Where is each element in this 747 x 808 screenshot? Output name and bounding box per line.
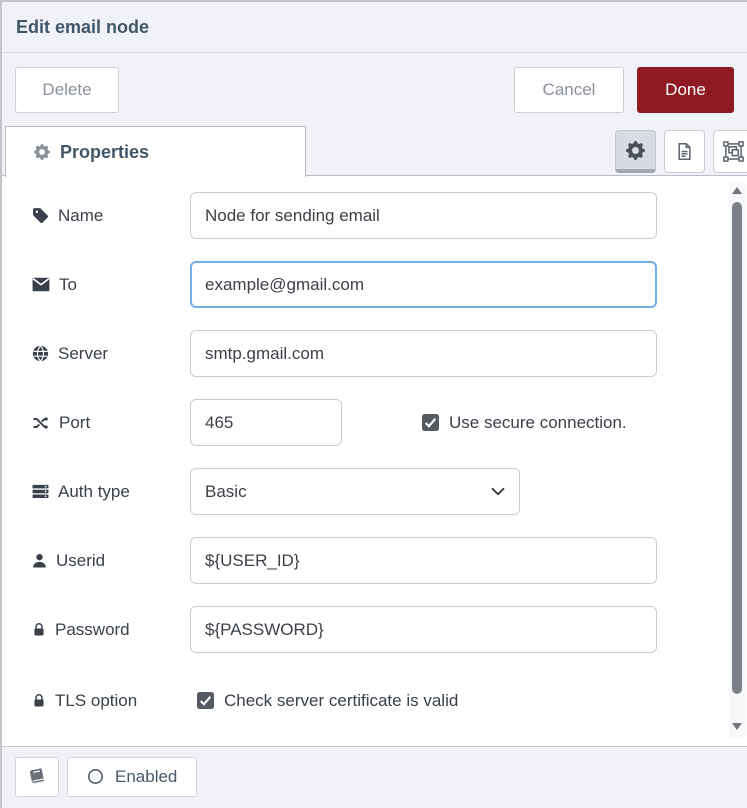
properties-tab-button[interactable] [615,130,656,173]
tls-certificate-label: Check server certificate is valid [224,691,458,711]
properties-form: Name To Server [2,176,747,746]
tab-properties[interactable]: Properties [5,126,306,177]
password-label: Password [32,620,190,640]
scrollbar-thumb[interactable] [732,202,742,694]
secure-connection-checkbox[interactable] [422,414,439,431]
server-stack-icon [32,483,49,500]
to-input[interactable] [190,261,657,308]
done-button[interactable]: Done [637,67,734,113]
port-row: Port Use secure connection. [32,399,747,446]
auth-type-value: Basic [205,482,247,502]
form-scrollbar[interactable] [729,182,745,738]
dialog-footer: Enabled [2,746,747,806]
scrollbar-up-arrow[interactable] [732,187,742,194]
auth-type-label: Auth type [32,482,190,502]
gear-icon [626,141,645,160]
userid-row: Userid [32,537,747,584]
port-label: Port [32,413,190,433]
enabled-label: Enabled [115,767,177,787]
edit-email-node-dialog: Edit email node Delete Cancel Done Prope… [0,0,747,808]
chevron-down-icon [491,487,505,496]
tag-icon [32,207,49,224]
book-icon [28,768,46,786]
to-row: To [32,261,747,308]
tab-icon-buttons [615,130,747,173]
userid-label: Userid [32,551,190,571]
dialog-title: Edit email node [16,17,149,38]
description-tab-button[interactable] [664,130,705,173]
file-text-icon [675,141,694,162]
name-input[interactable] [190,192,657,239]
dialog-titlebar: Edit email node [2,2,747,53]
password-row: Password [32,606,747,653]
object-group-icon [723,141,744,162]
auth-type-row: Auth type Basic [32,468,747,515]
delete-button[interactable]: Delete [15,67,119,113]
tab-properties-label: Properties [60,142,149,163]
tls-check-group: Check server certificate is valid [197,691,458,711]
tls-certificate-checkbox[interactable] [197,692,214,709]
user-icon [32,552,47,569]
enabled-toggle-button[interactable]: Enabled [67,757,197,797]
docs-button[interactable] [15,757,59,797]
secure-connection-group: Use secure connection. [422,413,627,433]
server-input[interactable] [190,330,657,377]
circle-icon [87,768,104,785]
to-label: To [32,275,190,295]
server-label: Server [32,344,190,364]
secure-connection-label: Use secure connection. [449,413,627,433]
appearance-tab-button[interactable] [713,130,747,173]
lock-icon [32,621,46,638]
shuffle-icon [32,415,50,431]
auth-type-select[interactable]: Basic [190,468,520,515]
tab-bar: Properties [2,126,747,176]
userid-input[interactable] [190,537,657,584]
globe-icon [32,345,49,362]
port-input[interactable] [190,399,342,446]
envelope-icon [32,277,50,292]
name-label: Name [32,206,190,226]
server-row: Server [32,330,747,377]
dialog-button-row: Delete Cancel Done [2,53,747,126]
tls-option-label: TLS option [32,691,190,711]
cancel-button[interactable]: Cancel [514,67,624,113]
password-input[interactable] [190,606,657,653]
gear-icon [34,144,50,160]
name-row: Name [32,192,747,239]
lock-icon [32,692,46,709]
tls-option-row: TLS option Check server certificate is v… [32,677,747,724]
scrollbar-down-arrow[interactable] [732,723,742,730]
